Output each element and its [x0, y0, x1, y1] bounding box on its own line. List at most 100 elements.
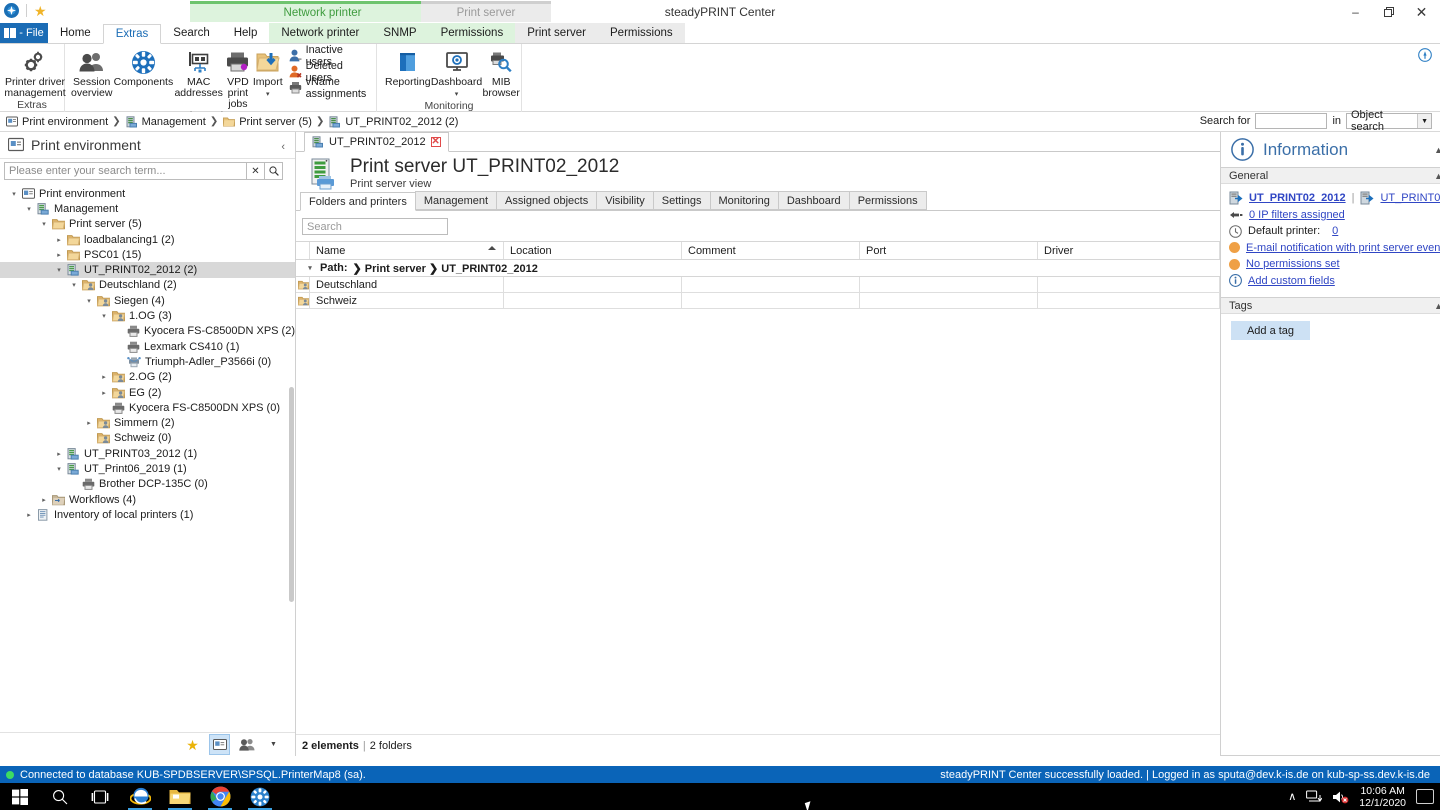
- tree-item[interactable]: ▸loadbalancing1 (2): [0, 232, 295, 247]
- start-button[interactable]: [0, 783, 40, 810]
- internet-explorer-button[interactable]: [120, 783, 160, 810]
- users-view-button[interactable]: [237, 735, 256, 754]
- view-tab-monitoring[interactable]: Monitoring: [710, 191, 779, 210]
- chevron-up-icon[interactable]: ▲: [1434, 301, 1440, 311]
- tree-item[interactable]: ▸Inventory of local printers (1): [0, 507, 295, 522]
- global-search-input[interactable]: [1255, 113, 1327, 129]
- tab-print-server-permissions[interactable]: Permissions: [598, 23, 685, 43]
- tree-expander[interactable]: ▸: [53, 251, 65, 259]
- tree-expander[interactable]: ▸: [38, 496, 50, 504]
- global-search-scope-select[interactable]: Object search ▼: [1346, 113, 1432, 129]
- view-tab-permissions[interactable]: Permissions: [849, 191, 927, 210]
- taskbar-search-button[interactable]: [40, 783, 80, 810]
- expander-icon[interactable]: ▾: [305, 264, 315, 272]
- tree-item[interactable]: ▸UT_PRINT03_2012 (1): [0, 446, 295, 461]
- tree-expander[interactable]: ▾: [53, 465, 65, 473]
- view-tab-folders-and-printers[interactable]: Folders and printers: [300, 192, 416, 211]
- breadcrumb-item-print-environment[interactable]: Print environment: [6, 116, 108, 128]
- import-button[interactable]: Import ▾: [253, 47, 283, 100]
- print-environment-tree[interactable]: ▾Print environment▾Management▾Print serv…: [0, 183, 295, 732]
- sidebar-search-clear-button[interactable]: ✕: [247, 162, 265, 180]
- tab-network-printer-permissions[interactable]: Permissions: [429, 23, 516, 43]
- tree-expander[interactable]: ▾: [38, 220, 50, 228]
- volume-muted-icon[interactable]: [1332, 790, 1349, 804]
- tree-item[interactable]: ▾Deutschland (2): [0, 278, 295, 293]
- tree-expander[interactable]: ▾: [83, 297, 95, 305]
- google-chrome-button[interactable]: [200, 783, 240, 810]
- server-link-ut-print02[interactable]: UT_PRINT02_2012: [1249, 192, 1346, 204]
- print-environment-view-button[interactable]: [210, 735, 229, 754]
- ip-filters-link[interactable]: 0 IP filters assigned: [1249, 209, 1345, 221]
- add-tag-button[interactable]: Add a tag: [1231, 321, 1310, 340]
- default-printer-value[interactable]: 0: [1332, 225, 1338, 237]
- minimize-button[interactable]: –: [1339, 0, 1372, 24]
- table-row[interactable]: Schweiz: [296, 293, 1220, 309]
- tree-item[interactable]: ▸PSC01 (15): [0, 247, 295, 262]
- view-tab-dashboard[interactable]: Dashboard: [778, 191, 850, 210]
- tree-item[interactable]: ▸Workflows (4): [0, 492, 295, 507]
- vpd-print-jobs-button[interactable]: VPD print jobs: [225, 47, 251, 110]
- document-tab-ut-print02[interactable]: UT_PRINT02_2012 ✕: [304, 132, 449, 152]
- tab-network-printer[interactable]: Network printer: [269, 23, 371, 43]
- tree-item[interactable]: ▸Simmern (2): [0, 415, 295, 430]
- add-custom-fields-link[interactable]: Add custom fields: [1248, 275, 1335, 287]
- document-view-tabs[interactable]: Folders and printersManagementAssigned o…: [296, 192, 1220, 211]
- sidebar-search-input[interactable]: Please enter your search term...: [4, 162, 247, 180]
- server-link-ut-print01[interactable]: UT_PRINT01_2012: [1380, 192, 1440, 204]
- tab-file[interactable]: - File: [0, 23, 48, 43]
- chevron-down-icon[interactable]: ▼: [1417, 114, 1431, 128]
- task-view-button[interactable]: [80, 783, 120, 810]
- tree-expander[interactable]: ▾: [8, 190, 20, 198]
- grid-column-header-driver[interactable]: Driver: [1038, 242, 1220, 259]
- breadcrumb-item-management[interactable]: Management: [126, 116, 206, 128]
- grid-column-header-name[interactable]: Name: [310, 242, 504, 259]
- mac-addresses-button[interactable]: MAC addresses: [174, 47, 222, 99]
- tree-item[interactable]: Lexmark CS410 (1): [0, 339, 295, 354]
- vname-assignments-button[interactable]: vName assignments: [287, 80, 371, 95]
- notification-icon[interactable]: [1416, 789, 1434, 804]
- close-button[interactable]: ✕: [1405, 0, 1438, 24]
- restore-button[interactable]: [1372, 0, 1405, 24]
- tree-item[interactable]: ▾Print environment: [0, 186, 295, 201]
- tree-expander[interactable]: ▸: [23, 511, 35, 519]
- permissions-link[interactable]: No permissions set: [1246, 258, 1340, 270]
- tree-expander[interactable]: ▾: [68, 281, 80, 289]
- favorites-view-button[interactable]: ★: [183, 735, 202, 754]
- grid-group-row[interactable]: ▾ Path: ❯ Print server ❯ UT_PRINT02_2012: [296, 260, 1220, 277]
- tree-expander[interactable]: ▾: [23, 205, 35, 213]
- tree-expander[interactable]: ▸: [83, 419, 95, 427]
- tab-home[interactable]: Home: [48, 23, 103, 43]
- dashboard-dropdown-arrow[interactable]: ▾: [455, 91, 459, 98]
- tree-expander[interactable]: ▸: [53, 450, 65, 458]
- email-notification-link[interactable]: E-mail notification with print server ev…: [1246, 242, 1440, 254]
- grid-search-input[interactable]: Search: [302, 218, 448, 235]
- grid-column-header-comment[interactable]: Comment: [682, 242, 860, 259]
- close-icon[interactable]: ✕: [431, 137, 441, 147]
- tree-item[interactable]: ▾UT_PRINT02_2012 (2): [0, 262, 295, 277]
- section-header-tags[interactable]: Tags ▲: [1221, 298, 1440, 314]
- tree-item[interactable]: Triumph-Adler_P3566i (0): [0, 354, 295, 369]
- tree-item[interactable]: Brother DCP-135C (0): [0, 477, 295, 492]
- grid-column-header-location[interactable]: Location: [504, 242, 682, 259]
- tab-print-server[interactable]: Print server: [515, 23, 598, 43]
- breadcrumb-item-ut-print02[interactable]: UT_PRINT02_2012 (2): [329, 116, 458, 128]
- search-icon[interactable]: [265, 162, 283, 180]
- tab-help[interactable]: Help: [222, 23, 270, 43]
- file-explorer-button[interactable]: [160, 783, 200, 810]
- tree-expander[interactable]: ▾: [53, 266, 65, 274]
- steadyprint-button[interactable]: [240, 783, 280, 810]
- tree-item[interactable]: Kyocera FS-C8500DN XPS (2): [0, 324, 295, 339]
- tree-item[interactable]: ▾Management: [0, 201, 295, 216]
- grid-header-row[interactable]: NameLocationCommentPortDriver: [296, 242, 1220, 260]
- tree-item[interactable]: ▾Siegen (4): [0, 293, 295, 308]
- tab-search[interactable]: Search: [161, 23, 221, 43]
- tree-item[interactable]: ▸2.OG (2): [0, 370, 295, 385]
- printer-driver-management-button[interactable]: Printer driver management: [6, 47, 64, 99]
- grid-column-header-port[interactable]: Port: [860, 242, 1038, 259]
- chevron-up-icon[interactable]: ▲: [1434, 171, 1440, 181]
- tree-expander[interactable]: ▾: [98, 312, 110, 320]
- tree-expander[interactable]: ▸: [53, 236, 65, 244]
- tree-item[interactable]: Kyocera FS-C8500DN XPS (0): [0, 400, 295, 415]
- tree-item[interactable]: ▾UT_Print06_2019 (1): [0, 461, 295, 476]
- view-tab-settings[interactable]: Settings: [653, 191, 711, 210]
